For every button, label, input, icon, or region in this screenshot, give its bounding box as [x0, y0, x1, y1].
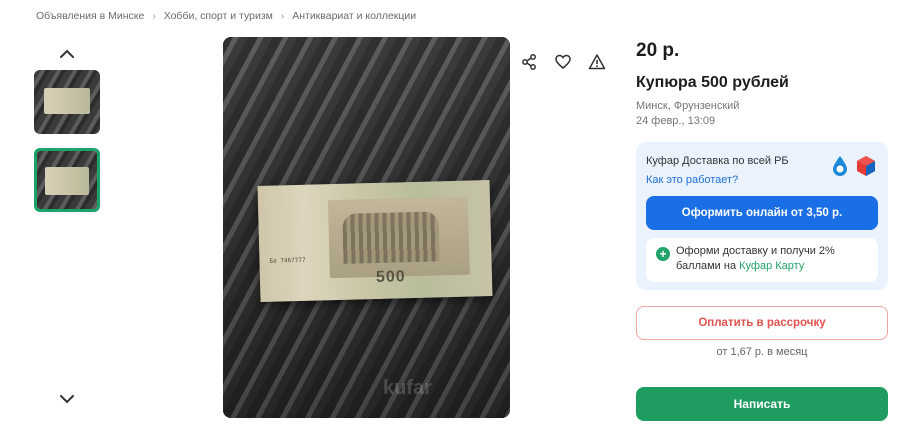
thumbnail-2-selected[interactable] — [34, 148, 100, 212]
how-it-works-link[interactable]: Как это работает? — [646, 174, 738, 186]
banknote-serial: Ба 7467777 — [269, 256, 306, 265]
delivery-drop-icon — [833, 156, 847, 176]
watermark: kufar — [383, 377, 432, 399]
plus-icon: + — [656, 247, 670, 261]
delivery-icons — [828, 154, 878, 178]
breadcrumb-item-antiques[interactable]: Антиквариат и коллекции — [292, 10, 416, 22]
breadcrumb-separator: › — [152, 10, 156, 22]
posted-date: 24 февр., 13:09 — [636, 115, 716, 127]
banknote-image: Ба 7467777 500 — [257, 179, 493, 303]
breadcrumb-item-hobby[interactable]: Хобби, спорт и туризм — [164, 10, 273, 22]
breadcrumb-separator: › — [280, 10, 285, 22]
main-photo[interactable]: Ба 7467777 500 kufar — [223, 37, 510, 418]
listing-info: 20 р. Купюра 500 рублей Минск, Фрунзенск… — [636, 40, 888, 127]
location: Минск, Фрунзенский — [636, 100, 740, 112]
installment-note: от 1,67 р. в месяц — [716, 346, 808, 358]
banknote-value: 500 — [375, 268, 406, 286]
kufar-card-link[interactable]: Куфар Карту — [739, 260, 804, 272]
share-icon[interactable] — [514, 47, 544, 77]
chevron-down-icon[interactable] — [54, 388, 80, 410]
delivery-title: Куфар Доставка по всей РБ — [646, 155, 789, 167]
breadcrumb: Объявления в Минске › Хобби, спорт и тур… — [36, 10, 416, 22]
delivery-box-icon — [857, 156, 875, 176]
promo-text: Оформи доставку и получи 2% баллами на К… — [676, 244, 872, 274]
heart-icon[interactable] — [548, 47, 578, 77]
installment-button[interactable]: Оплатить в рассрочку — [636, 306, 888, 340]
delivery-card: Куфар Доставка по всей РБ Как это работа… — [636, 142, 888, 290]
thumbnail-image — [34, 70, 100, 134]
warning-icon[interactable] — [582, 47, 612, 77]
listing-title: Купюра 500 рублей — [636, 74, 789, 91]
chevron-up-icon[interactable] — [54, 42, 80, 64]
order-online-button[interactable]: Оформить онлайн от 3,50 р. — [646, 196, 878, 230]
breadcrumb-item-city[interactable]: Объявления в Минске — [36, 10, 144, 22]
promo-box: + Оформи доставку и получи 2% баллами на… — [646, 238, 878, 282]
photo-actions — [514, 47, 612, 77]
price: 20 р. — [636, 40, 680, 61]
thumbnail-1[interactable] — [34, 70, 100, 134]
thumbnail-image — [37, 151, 97, 209]
write-message-button[interactable]: Написать — [636, 387, 888, 421]
thumbnail-strip — [34, 40, 100, 420]
